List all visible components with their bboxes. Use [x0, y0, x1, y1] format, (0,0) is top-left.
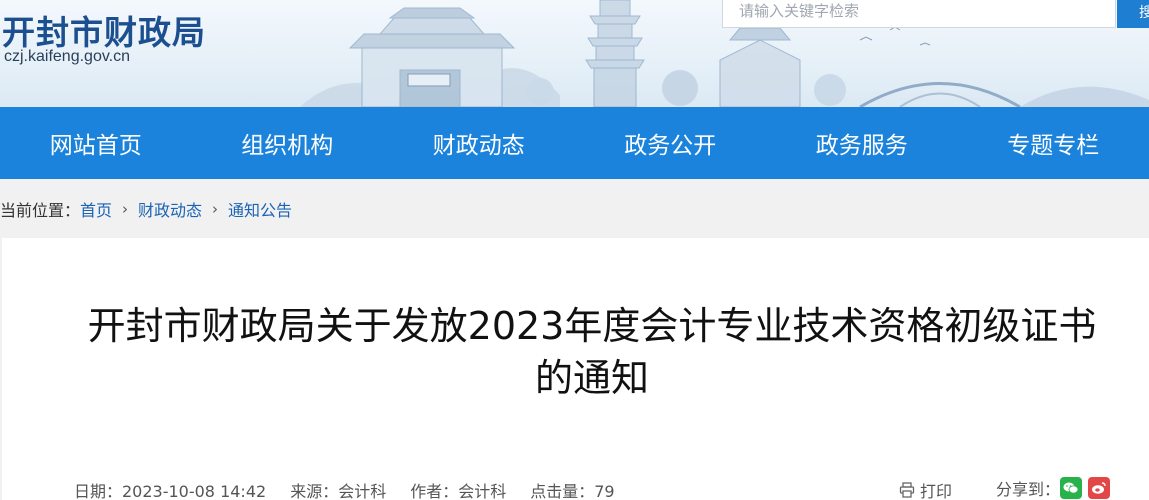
article-author: 作者：会计科 — [410, 482, 507, 500]
share-bar: 分享到： — [996, 476, 1111, 500]
breadcrumb: 当前位置： 首页 › 财政动态 › 通知公告 — [0, 197, 292, 221]
nav-item-gov-services[interactable]: 政务服务 — [766, 126, 958, 160]
nav-item-organization[interactable]: 组织机构 — [192, 126, 384, 160]
article-views: 点击量：79 — [530, 482, 615, 500]
weibo-share-button[interactable] — [1088, 477, 1111, 499]
weibo-icon — [1092, 482, 1106, 494]
nav-item-special-topics[interactable]: 专题专栏 — [958, 126, 1149, 160]
nav-item-gov-affairs-public[interactable]: 政务公开 — [575, 126, 767, 160]
wechat-icon — [1063, 482, 1079, 494]
nav-item-finance-news[interactable]: 财政动态 — [383, 126, 575, 160]
search-input[interactable] — [739, 2, 1099, 20]
breadcrumb-notices-link[interactable]: 通知公告 — [228, 197, 292, 221]
chevron-right-icon: › — [212, 200, 219, 218]
printer-icon — [899, 482, 915, 498]
chevron-right-icon: › — [122, 200, 129, 218]
article-title: 开封市财政局关于发放2023年度会计专业技术资格初级证书 的通知 — [42, 300, 1142, 404]
breadcrumb-home-link[interactable]: 首页 — [80, 197, 112, 221]
article-date: 日期：2023-10-08 14:42 — [74, 482, 267, 500]
print-button[interactable]: 打印 — [899, 478, 952, 500]
site-title[interactable]: 开封市财政局 — [2, 6, 206, 54]
article-title-line-1: 开封市财政局关于发放2023年度会计专业技术资格初级证书 — [87, 304, 1097, 348]
print-label: 打印 — [920, 482, 953, 500]
main-nav: 网站首页 组织机构 财政动态 政务公开 政务服务 专题专栏 — [0, 107, 1149, 179]
breadcrumb-finance-news-link[interactable]: 财政动态 — [138, 197, 202, 221]
site-header: 开封市财政局 czj.kaifeng.gov.cn 请输入关键字检索 搜 — [0, 0, 1149, 107]
site-domain: czj.kaifeng.gov.cn — [4, 48, 130, 65]
article-title-line-2: 的通知 — [534, 356, 649, 400]
search-box[interactable] — [722, 0, 1116, 28]
article-source: 来源：会计科 — [290, 482, 387, 500]
search-button[interactable]: 搜 — [1117, 0, 1149, 28]
share-label: 分享到： — [996, 480, 1061, 499]
wechat-share-button[interactable] — [1060, 477, 1083, 499]
breadcrumb-prefix: 当前位置： — [0, 201, 81, 220]
article-card: 开封市财政局关于发放2023年度会计专业技术资格初级证书 的通知 日期：2023… — [2, 238, 1149, 500]
article-meta: 日期：2023-10-08 14:42 来源：会计科 作者：会计科 点击量：79 — [74, 478, 639, 500]
nav-item-home[interactable]: 网站首页 — [0, 126, 192, 160]
